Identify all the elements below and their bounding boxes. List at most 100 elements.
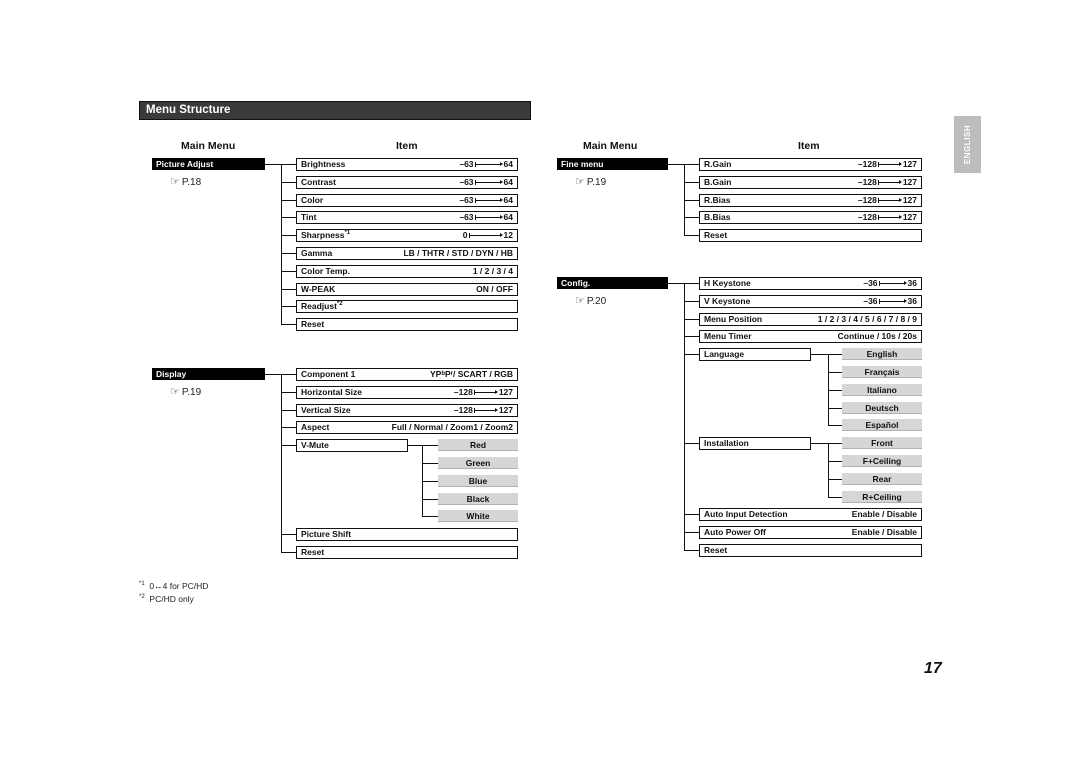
page-ref-config[interactable]: ☞ P.20: [575, 294, 606, 307]
footnote-1-mark: *1: [139, 581, 145, 588]
range-min: –128: [857, 212, 877, 223]
range-value: –63 64: [459, 159, 513, 170]
menu-item-color[interactable]: Color –63 64: [296, 193, 518, 207]
range-min: –36: [863, 278, 878, 288]
branch-line: [281, 374, 296, 375]
menu-item-vertical-size[interactable]: Vertical Size –128 127: [296, 403, 518, 417]
menu-tag-config[interactable]: Config.: [557, 277, 668, 289]
menu-item-aspect[interactable]: Aspect Full / Normal / Zoom1 / Zoom2: [296, 421, 518, 435]
range-value: –63 64: [459, 212, 513, 223]
footnote-2-text: PC/HD only: [149, 594, 194, 604]
branch-line: [281, 445, 296, 447]
item-header-right: Item: [798, 140, 820, 152]
menu-item-label: W-PEAK: [301, 283, 336, 294]
menu-item-label: B.Gain: [704, 176, 732, 187]
option-espa-ol[interactable]: Español: [842, 419, 922, 432]
option-green[interactable]: Green: [438, 457, 518, 469]
menu-item-reset[interactable]: Reset: [296, 318, 518, 332]
sub-branch-line: [422, 498, 438, 500]
option-f-ceiling[interactable]: F+Ceiling: [842, 455, 922, 467]
menu-item-color-temp[interactable]: Color Temp. 1 / 2 / 3 / 4: [296, 264, 518, 278]
option-r-ceiling[interactable]: R+Ceiling: [842, 490, 922, 503]
menu-item-tint[interactable]: Tint –63 64: [296, 211, 518, 225]
menu-item-auto-power-off[interactable]: Auto Power Off Enable / Disable: [699, 526, 922, 540]
option-black[interactable]: Black: [438, 492, 518, 505]
range-arrow-icon: [473, 407, 498, 413]
menu-item-v-keystone[interactable]: V Keystone –36 36: [699, 294, 922, 308]
range-max: 127: [498, 404, 513, 415]
menu-item-b-gain[interactable]: B.Gain –128 127: [699, 175, 922, 189]
connector-line: [265, 374, 281, 375]
menu-item-sharpness[interactable]: Sharpness*1 0 12: [296, 229, 518, 243]
page-ref-picture-adjust[interactable]: ☞ P.18: [170, 175, 201, 188]
sub-branch-line: [828, 389, 842, 391]
branch-line: [281, 181, 296, 183]
menu-item-component-1[interactable]: Component 1 YP b Pr / SCART / RGB: [296, 368, 518, 381]
branch-line: [281, 391, 296, 393]
range-value: –128 127: [858, 195, 917, 206]
range-value: –128 127: [454, 405, 513, 416]
menu-tag-picture-adjust[interactable]: Picture Adjust: [152, 158, 265, 170]
tree-trunk: [684, 283, 685, 551]
branch-line: [281, 217, 296, 219]
footnote-1: *1 0↔4 for PC/HD: [139, 581, 208, 591]
option-rear[interactable]: Rear: [842, 472, 922, 485]
page-ref-fine-menu[interactable]: ☞ P.19: [575, 175, 606, 188]
menu-item-menu-position[interactable]: Menu Position 1 / 2 / 3 / 4 / 5 / 6 / 7 /…: [699, 312, 922, 326]
option-blue[interactable]: Blue: [438, 474, 518, 487]
menu-item-label: Color: [301, 194, 324, 205]
menu-item-v-mute[interactable]: V-Mute: [296, 439, 408, 453]
menu-item-language[interactable]: Language: [699, 348, 811, 362]
menu-item-menu-timer[interactable]: Menu Timer Continue / 10s / 20s: [699, 330, 922, 344]
option-italiano[interactable]: Italiano: [842, 383, 922, 396]
section-title: Menu Structure: [139, 101, 531, 120]
option-red[interactable]: Red: [438, 439, 518, 452]
range-arrow-icon: [877, 197, 902, 203]
range-arrow-icon: [474, 197, 503, 203]
menu-item-label: R.Bias: [704, 194, 731, 205]
menu-item-r-gain[interactable]: R.Gain –128 127: [699, 158, 922, 171]
page-number: 17: [924, 660, 942, 677]
sub-branch-line: [422, 516, 438, 518]
option-values: 1 / 2 / 3 / 4 / 5 / 6 / 7 / 8 / 9: [817, 313, 917, 324]
menu-item-reset[interactable]: Reset: [296, 546, 518, 559]
option-front[interactable]: Front: [842, 437, 922, 450]
page-ref-display[interactable]: ☞ P.19: [170, 385, 201, 398]
branch-line: [281, 235, 296, 237]
range-arrow-icon: [878, 281, 907, 286]
menu-item-readjust[interactable]: Readjust*2: [296, 300, 518, 314]
menu-item-auto-input-detection[interactable]: Auto Input Detection Enable / Disable: [699, 508, 922, 522]
sub-connector-line: [408, 445, 422, 447]
tree-trunk: [281, 164, 282, 326]
option-values: LB / THTR / STD / DYN / HB: [403, 248, 513, 258]
option-deutsch[interactable]: Deutsch: [842, 401, 922, 414]
menu-item-w-peak[interactable]: W-PEAK ON / OFF: [296, 282, 518, 296]
option-values: YP b Pr / SCART / RGB: [429, 369, 513, 379]
menu-item-b-bias[interactable]: B.Bias –128 127: [699, 211, 922, 225]
range-max: 127: [902, 176, 917, 187]
menu-item-installation[interactable]: Installation: [699, 437, 811, 451]
menu-item-reset[interactable]: Reset: [699, 229, 922, 243]
option-values: Enable / Disable: [851, 509, 917, 520]
menu-item-r-bias[interactable]: R.Bias –128 127: [699, 193, 922, 207]
branch-line: [281, 427, 296, 429]
menu-item-h-keystone[interactable]: H Keystone –36 36: [699, 277, 922, 290]
tree-trunk: [281, 374, 282, 553]
menu-item-horizontal-size[interactable]: Horizontal Size –128 127: [296, 385, 518, 399]
menu-tag-fine-menu[interactable]: Fine menu: [557, 158, 668, 170]
option-fran-ais[interactable]: Français: [842, 366, 922, 378]
branch-line: [281, 552, 296, 553]
menu-item-reset[interactable]: Reset: [699, 544, 922, 557]
option-white[interactable]: White: [438, 510, 518, 523]
menu-item-picture-shift[interactable]: Picture Shift: [296, 528, 518, 542]
menu-item-gamma[interactable]: Gamma LB / THTR / STD / DYN / HB: [296, 247, 518, 260]
option-english[interactable]: English: [842, 348, 922, 361]
range-min: –63: [459, 212, 474, 223]
menu-tag-display[interactable]: Display: [152, 368, 265, 380]
menu-item-contrast[interactable]: Contrast –63 64: [296, 175, 518, 189]
menu-item-label: Auto Power Off: [704, 527, 766, 538]
menu-item-label: Color Temp.: [301, 265, 350, 276]
branch-line: [684, 354, 699, 356]
menu-item-brightness[interactable]: Brightness –63 64: [296, 158, 518, 171]
range-max: 12: [503, 230, 513, 241]
